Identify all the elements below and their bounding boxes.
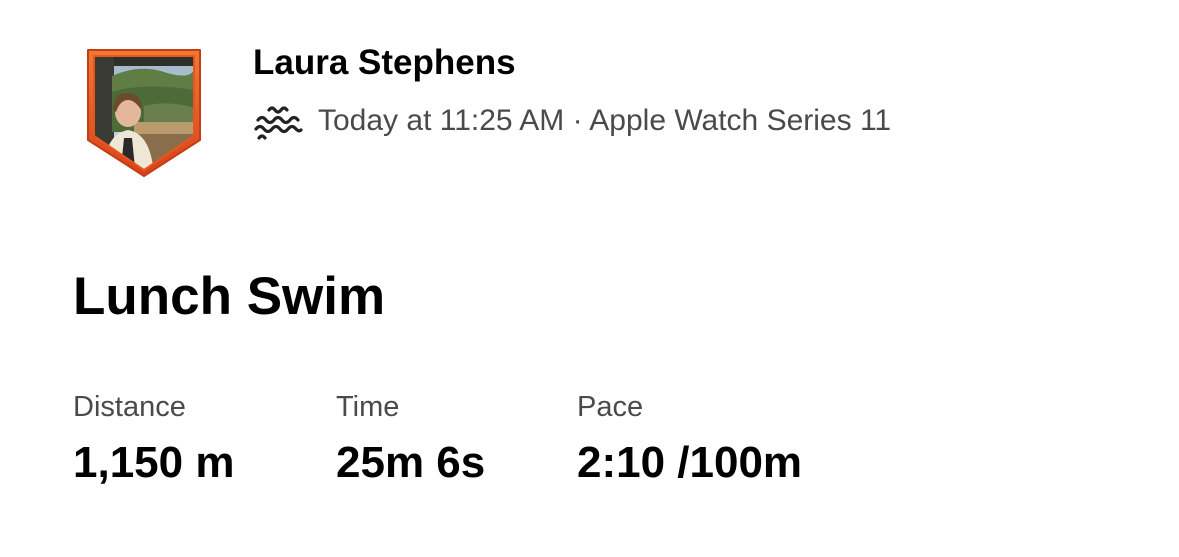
- stat-label: Pace: [577, 391, 644, 423]
- stat-label: Time: [336, 391, 400, 423]
- swim-icon: [254, 106, 303, 140]
- activity-meta-text: Today at 11:25 AM · Apple Watch Series 1…: [318, 104, 892, 137]
- stat-value: 1,150 m: [73, 438, 235, 487]
- athlete-name[interactable]: Laura Stephens: [253, 42, 516, 84]
- stat-value: 25m 6s: [336, 438, 486, 487]
- stat-time: Time 25m 6s: [336, 387, 485, 489]
- activity-meta: Today at 11:25 AM · Apple Watch Series 1…: [253, 100, 891, 142]
- stat-distance: Distance 1,150 m: [73, 387, 234, 489]
- stat-value: 2:10 /100m: [577, 438, 803, 487]
- avatar[interactable]: [84, 46, 204, 178]
- stat-label: Distance: [73, 391, 186, 423]
- activity-title[interactable]: Lunch Swim: [73, 264, 385, 330]
- stat-pace: Pace 2:10 /100m: [577, 387, 802, 489]
